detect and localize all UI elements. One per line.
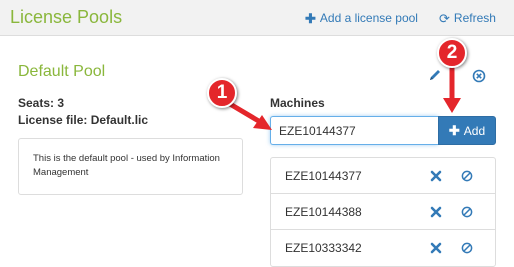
page-header: License Pools ✚ Add a license pool ⟳ Ref… (0, 0, 514, 36)
machine-list: EZE10144377 EZE10144388 EZE10333342 (270, 157, 496, 267)
callout-2: 2 (437, 38, 467, 68)
machine-row: EZE10144388 (271, 194, 495, 230)
license-file: License file: Default.lic (18, 113, 149, 127)
machine-row: EZE10144377 (271, 158, 495, 194)
remove-circle-icon[interactable] (472, 69, 486, 83)
seats-count: Seats: 3 (18, 96, 65, 110)
machines-label: Machines (270, 96, 325, 110)
machine-row: EZE10333342 (271, 230, 495, 266)
pool-name: Default Pool (18, 63, 106, 80)
machine-name: EZE10144377 (285, 169, 362, 183)
callout-1: 1 (207, 78, 237, 108)
plus-icon: ✚ (305, 10, 316, 26)
refresh-icon: ⟳ (439, 10, 450, 26)
add-button-label: Add (463, 123, 486, 138)
disable-icon[interactable] (461, 242, 473, 254)
add-license-pool-label: Add a license pool (319, 11, 418, 25)
plus-icon: ✚ (448, 123, 460, 138)
refresh-label: Refresh (453, 11, 496, 25)
delete-x-icon[interactable] (430, 206, 442, 218)
add-license-pool-link[interactable]: ✚ Add a license pool (305, 11, 418, 25)
machine-input[interactable] (270, 116, 438, 145)
page-title: License Pools (10, 7, 123, 27)
disable-icon[interactable] (461, 206, 473, 218)
delete-x-icon[interactable] (430, 242, 442, 254)
delete-x-icon[interactable] (430, 170, 442, 182)
machine-name: EZE10333342 (285, 241, 362, 255)
disable-icon[interactable] (461, 170, 473, 182)
pool-description: This is the default pool - used by Infor… (18, 138, 243, 195)
machine-name: EZE10144388 (285, 205, 362, 219)
add-machine-button[interactable]: ✚ Add (438, 116, 496, 145)
pencil-icon[interactable] (428, 68, 442, 82)
refresh-link[interactable]: ⟳ Refresh (439, 11, 496, 25)
